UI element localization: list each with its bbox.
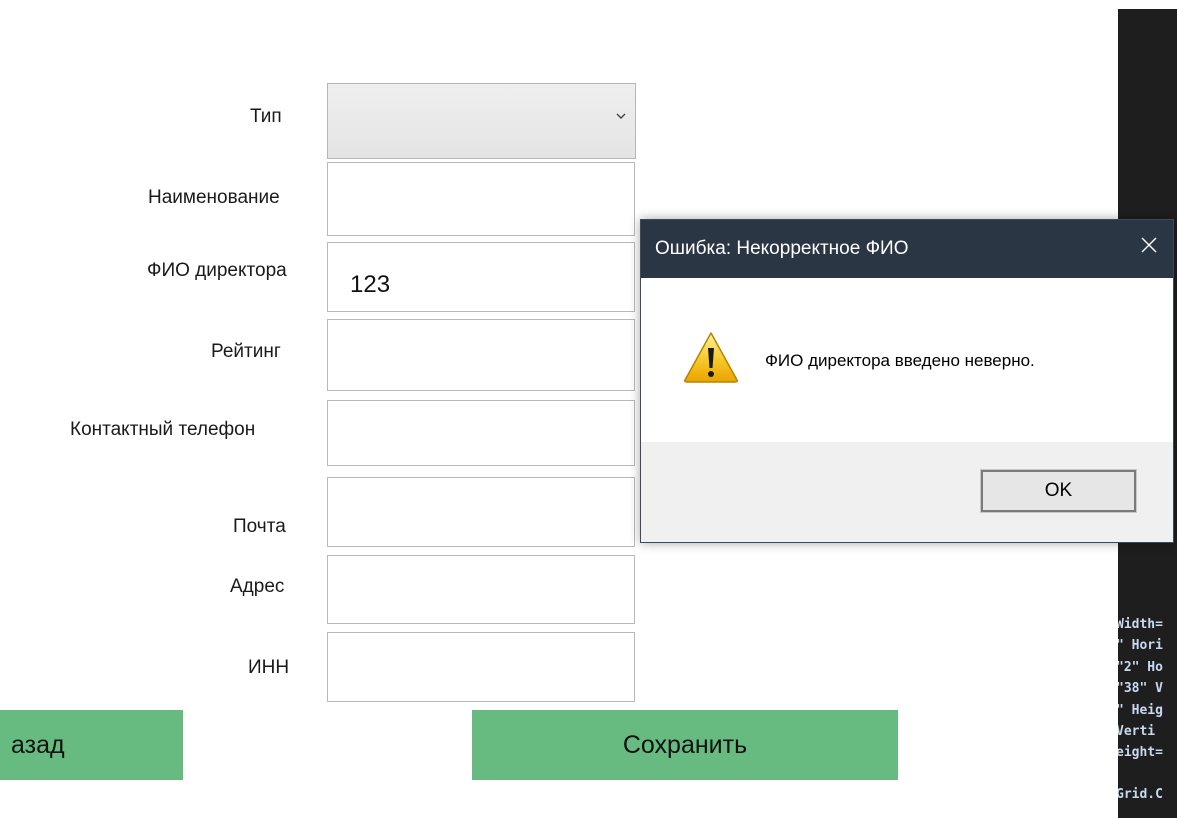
code-line: " Hori (1118, 638, 1163, 653)
dialog-title: Ошибка: Некорректное ФИО (655, 238, 909, 259)
address-label: Адрес (230, 576, 285, 597)
email-label: Почта (233, 516, 286, 537)
code-line: Width= (1118, 617, 1163, 632)
code-line: "38" V (1118, 681, 1163, 696)
director-field-value: 123 (350, 271, 391, 298)
rating-field[interactable] (327, 319, 635, 391)
close-icon[interactable] (1137, 233, 1161, 257)
name-field[interactable] (327, 162, 635, 236)
type-label: Тип (250, 106, 282, 127)
code-line: Grid.C (1118, 787, 1163, 802)
type-select[interactable] (327, 83, 636, 159)
ok-button[interactable]: OK (980, 469, 1137, 513)
address-field[interactable] (327, 555, 635, 624)
save-button-label: Сохранить (622, 730, 748, 759)
email-field[interactable] (327, 477, 635, 547)
dialog-body: ФИО директора введено неверно. (641, 278, 1173, 442)
phone-label: Контактный телефон (70, 419, 256, 440)
dialog-message: ФИО директора введено неверно. (765, 351, 1035, 370)
dialog-footer: OK (641, 442, 1173, 542)
back-button[interactable]: азад (0, 710, 183, 780)
code-line: eight= (1118, 745, 1163, 760)
error-dialog: Ошибка: Некорректное ФИО ФИО директора в… (640, 219, 1174, 543)
code-line: " Heig (1118, 703, 1163, 718)
warning-icon (682, 330, 740, 384)
code-line: Verti (1118, 724, 1156, 739)
director-field[interactable]: 123 (327, 242, 635, 312)
ok-button-label: OK (1044, 480, 1073, 501)
director-label: ФИО директора (147, 260, 287, 281)
rating-label: Рейтинг (211, 341, 281, 362)
inn-label: ИНН (248, 657, 290, 678)
dialog-titlebar[interactable]: Ошибка: Некорректное ФИО (641, 220, 1173, 278)
save-button[interactable]: Сохранить (472, 710, 898, 780)
code-line: "2" Ho (1118, 660, 1163, 675)
phone-field[interactable] (327, 400, 635, 466)
inn-field[interactable] (327, 632, 635, 702)
chevron-down-icon (615, 105, 627, 125)
name-label: Наименование (148, 187, 280, 208)
back-button-label: азад (11, 730, 65, 759)
